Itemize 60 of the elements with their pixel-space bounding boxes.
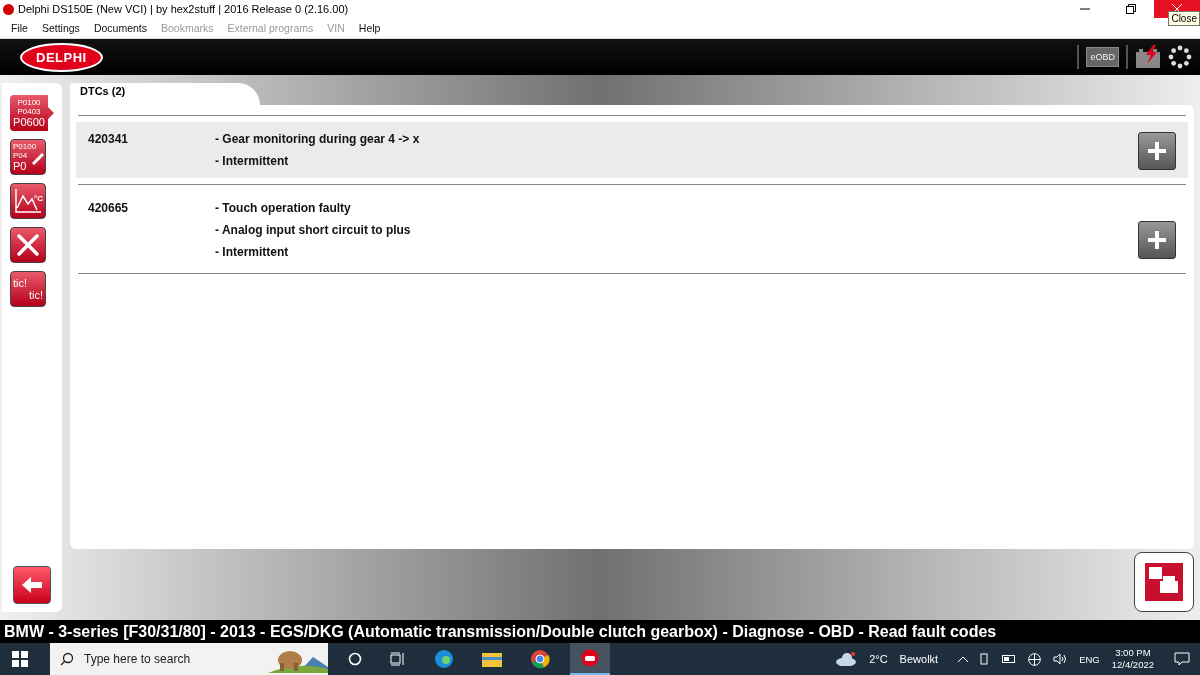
fault-description: - Gear monitoring during gear 4 -> x — [215, 132, 421, 146]
sidebar-button[interactable]: P0100 P04 P0 — [10, 139, 46, 175]
fault-description: - Intermittent — [215, 245, 290, 259]
save-print-button[interactable] — [1134, 552, 1194, 612]
tools-icon — [15, 232, 41, 258]
logo: DELPHI — [20, 42, 103, 72]
fault-code: 420665 — [88, 201, 130, 217]
fault-code: 420341 — [88, 132, 130, 148]
search-input[interactable]: Type here to search — [82, 651, 236, 667]
globe-icon[interactable] — [1028, 652, 1042, 666]
weather-text: Bewolkt — [899, 653, 939, 665]
window-title: Delphi DS150E (New VCI) | by hex2stuff | 2016 Release 0 (2.16.00) — [18, 3, 349, 15]
start-icon[interactable] — [12, 651, 28, 667]
eobd-button[interactable]: eOBD — [1086, 47, 1119, 67]
folder-icon[interactable] — [482, 651, 502, 667]
cloud-icon — [835, 652, 858, 666]
menu-item[interactable]: Settings — [34, 22, 87, 34]
edge-icon[interactable] — [434, 649, 454, 669]
sidebar-button[interactable]: °C — [10, 183, 46, 219]
fault-description: - Intermittent — [215, 154, 290, 168]
restore-icon — [1126, 4, 1136, 14]
back-button[interactable] — [13, 566, 51, 604]
menu-item[interactable]: Documents — [86, 22, 154, 34]
menu-item[interactable]: File — [4, 22, 35, 34]
fault-description: - Analog input short circuit to plus — [215, 223, 412, 237]
plus-icon — [1146, 140, 1168, 162]
cortana-icon[interactable] — [348, 652, 362, 666]
search-icon — [60, 652, 74, 666]
sidebar-button[interactable]: P0100 P0403 P0600 — [10, 95, 54, 131]
pen-icon — [32, 153, 44, 165]
task-view-icon[interactable] — [390, 652, 406, 666]
sidebar-button[interactable] — [10, 227, 46, 263]
tooltip: Close — [1168, 11, 1200, 26]
chevron-up-icon[interactable] — [958, 656, 969, 662]
tab[interactable]: DTCs (2) — [70, 83, 260, 105]
plus-icon — [1146, 229, 1168, 251]
printer-icon — [1145, 563, 1183, 601]
taskbar-search[interactable]: Type here to search — [50, 643, 328, 675]
speaker-icon[interactable] — [1053, 653, 1068, 665]
fault-description: - Touch operation faulty — [215, 201, 352, 215]
device-icon[interactable] — [980, 653, 991, 665]
graph-icon — [13, 186, 43, 216]
menu-item[interactable]: Help — [351, 22, 388, 34]
battery-icon[interactable] — [1135, 45, 1161, 69]
sidebar-button[interactable]: tic! tic! — [10, 271, 46, 307]
fault-row[interactable]: 420341 - Gear monitoring during gear 4 -> x - Intermittent — [76, 122, 1188, 178]
app-icon — [3, 3, 14, 15]
notification-icon[interactable] — [1174, 652, 1190, 666]
battery-status-icon[interactable] — [1002, 655, 1017, 663]
loading-icon[interactable] — [1168, 45, 1192, 69]
fault-row[interactable]: 420665 - Touch operation faulty - Analog input short circuit to plus - Intermittent — [76, 191, 1188, 267]
expand-button[interactable] — [1138, 221, 1176, 259]
chrome-icon[interactable] — [530, 649, 550, 669]
temperature: 2°C — [869, 653, 888, 665]
taskbar-app[interactable] — [570, 643, 610, 675]
language-indicator[interactable]: ENG — [1079, 653, 1100, 665]
arrow-left-icon — [20, 575, 44, 595]
expand-button[interactable] — [1138, 132, 1176, 170]
clock-date: 12/4/2022 — [1111, 659, 1154, 671]
clock-time: 3:00 PM — [1115, 647, 1151, 659]
